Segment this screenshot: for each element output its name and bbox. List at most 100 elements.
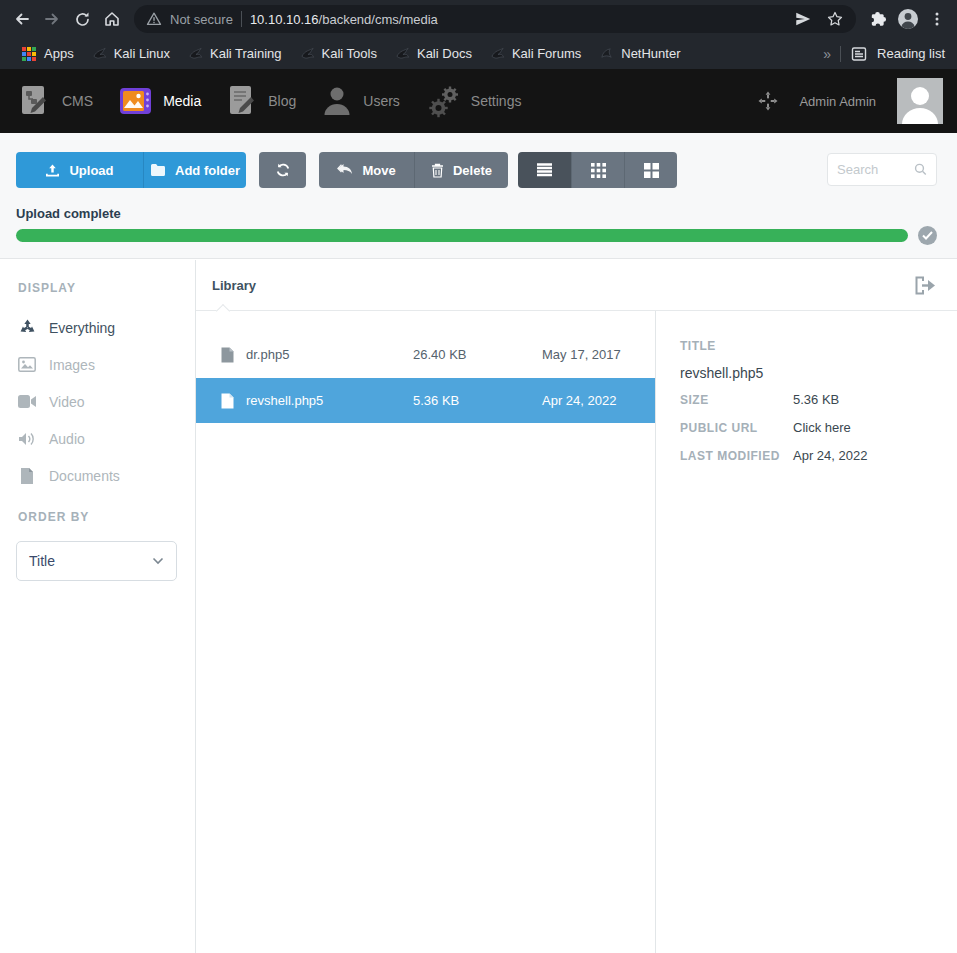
filter-documents[interactable]: Documents — [18, 457, 189, 494]
bookmarks-bar: Apps Kali Linux Kali Training Kali Tools… — [0, 38, 957, 69]
users-icon — [322, 85, 352, 117]
view-blocks-button[interactable] — [624, 152, 677, 188]
last-modified-label: LAST MODIFIED — [680, 449, 793, 463]
library-header: Library — [196, 260, 957, 311]
move-button[interactable]: Move — [319, 152, 414, 188]
upload-progress-bar — [16, 229, 908, 242]
move-arrow-icon — [337, 163, 353, 177]
filter-video[interactable]: Video — [18, 383, 189, 420]
public-url-link[interactable]: Click here — [793, 420, 851, 435]
url-text: 10.10.10.16/backend/cms/media — [250, 12, 438, 27]
filter-images[interactable]: Images — [18, 346, 189, 383]
bookmark-apps[interactable]: Apps — [12, 46, 83, 62]
filter-audio[interactable]: Audio — [18, 420, 189, 457]
address-bar[interactable]: Not secure 10.10.10.16/backend/cms/media — [134, 5, 856, 33]
title-value: revshell.php5 — [680, 365, 957, 381]
browser-menu-kebab-icon[interactable] — [929, 11, 945, 27]
media-sidebar: DISPLAY Everything Images Video — [0, 260, 196, 953]
search-input[interactable] — [837, 162, 908, 177]
refresh-icon — [275, 162, 291, 178]
omnibox-divider — [241, 11, 242, 27]
not-secure-warning-icon — [146, 11, 162, 27]
nethunter-favicon — [599, 46, 614, 61]
refresh-button[interactable] — [259, 152, 306, 188]
kali-favicon — [92, 46, 107, 61]
blog-icon — [227, 84, 257, 118]
display-heading: DISPLAY — [18, 281, 76, 295]
admin-user-name[interactable]: Admin Admin — [799, 94, 876, 109]
back-button[interactable] — [8, 5, 36, 33]
nav-item-cms[interactable]: CMS — [18, 84, 93, 118]
search-icon — [914, 161, 927, 178]
bookmark-kali-docs[interactable]: Kali Docs — [386, 46, 481, 61]
profile-avatar[interactable] — [897, 8, 919, 30]
file-row-dr-php5[interactable]: dr.php5 26.40 KB May 17, 2017 — [196, 332, 655, 377]
order-by-select[interactable]: Title — [16, 541, 177, 581]
upload-complete-check-icon[interactable] — [918, 226, 937, 245]
view-list-button[interactable] — [518, 152, 571, 188]
bookmark-kali-tools[interactable]: Kali Tools — [291, 46, 386, 61]
apps-grid-icon — [21, 46, 37, 62]
home-button[interactable] — [98, 5, 126, 33]
upload-icon — [45, 163, 60, 178]
kali-favicon — [188, 46, 203, 61]
forward-button[interactable] — [38, 5, 66, 33]
media-toolbar-strip: Upload Add folder Move Delete — [0, 133, 957, 259]
audio-icon — [18, 432, 36, 446]
order-by-heading: ORDER BY — [18, 510, 89, 524]
folder-icon — [150, 163, 166, 177]
nav-item-media[interactable]: Media — [119, 86, 201, 116]
size-value: 5.36 KB — [793, 392, 839, 407]
delete-button[interactable]: Delete — [414, 152, 508, 188]
file-icon — [221, 347, 246, 363]
nav-item-blog[interactable]: Blog — [227, 84, 296, 118]
video-icon — [18, 395, 36, 408]
extensions-puzzle-icon[interactable] — [868, 10, 887, 29]
upload-status-text: Upload complete — [16, 206, 121, 221]
security-label: Not secure — [170, 12, 233, 27]
trash-icon — [431, 163, 444, 178]
library-breadcrumb[interactable]: Library — [212, 278, 256, 293]
bookmark-kali-training[interactable]: Kali Training — [179, 46, 291, 61]
upload-button[interactable]: Upload — [16, 152, 143, 188]
public-url-label: PUBLIC URL — [680, 421, 793, 435]
cms-icon — [18, 84, 51, 118]
kali-favicon — [490, 46, 505, 61]
reading-list-label[interactable]: Reading list — [877, 46, 945, 61]
chevron-down-icon — [152, 557, 164, 565]
file-details-panel: TITLE revshell.php5 SIZE 5.36 KB PUBLIC … — [656, 311, 957, 953]
send-icon[interactable] — [794, 10, 812, 28]
go-up-export-icon[interactable] — [915, 276, 936, 295]
search-box[interactable] — [827, 153, 937, 186]
kali-favicon — [300, 46, 315, 61]
admin-avatar[interactable] — [897, 78, 943, 124]
reading-list-icon[interactable] — [851, 46, 867, 62]
images-icon — [18, 357, 36, 372]
bookmark-kali-forums[interactable]: Kali Forums — [481, 46, 590, 61]
file-icon — [221, 393, 246, 409]
bookmark-nethunter[interactable]: NetHunter — [590, 46, 689, 61]
media-icon — [119, 86, 152, 116]
file-list: dr.php5 26.40 KB May 17, 2017 revshell.p… — [196, 311, 656, 953]
bookmarks-overflow-chevron[interactable]: » — [823, 46, 830, 62]
nav-item-users[interactable]: Users — [322, 85, 400, 117]
settings-gears-icon — [426, 84, 460, 118]
cms-main-nav: CMS Media Blog Users — [0, 69, 957, 133]
browser-toolbar: Not secure 10.10.10.16/backend/cms/media — [0, 0, 957, 38]
size-label: SIZE — [680, 393, 793, 407]
filter-everything[interactable]: Everything — [18, 309, 189, 346]
add-folder-button[interactable]: Add folder — [143, 152, 246, 188]
grid-view-icon — [591, 163, 606, 178]
bookmark-star-icon[interactable] — [826, 10, 844, 28]
preferences-move-icon[interactable] — [758, 91, 778, 111]
blocks-view-icon — [644, 163, 659, 178]
view-grid-button[interactable] — [571, 152, 624, 188]
list-view-icon — [536, 163, 553, 177]
everything-icon — [18, 319, 36, 336]
last-modified-value: Apr 24, 2022 — [793, 448, 867, 463]
file-row-revshell-php5[interactable]: revshell.php5 5.36 KB Apr 24, 2022 — [196, 378, 655, 423]
reload-button[interactable] — [68, 5, 96, 33]
bookmark-kali-linux[interactable]: Kali Linux — [83, 46, 179, 61]
documents-icon — [18, 468, 36, 484]
nav-item-settings[interactable]: Settings — [426, 84, 522, 118]
